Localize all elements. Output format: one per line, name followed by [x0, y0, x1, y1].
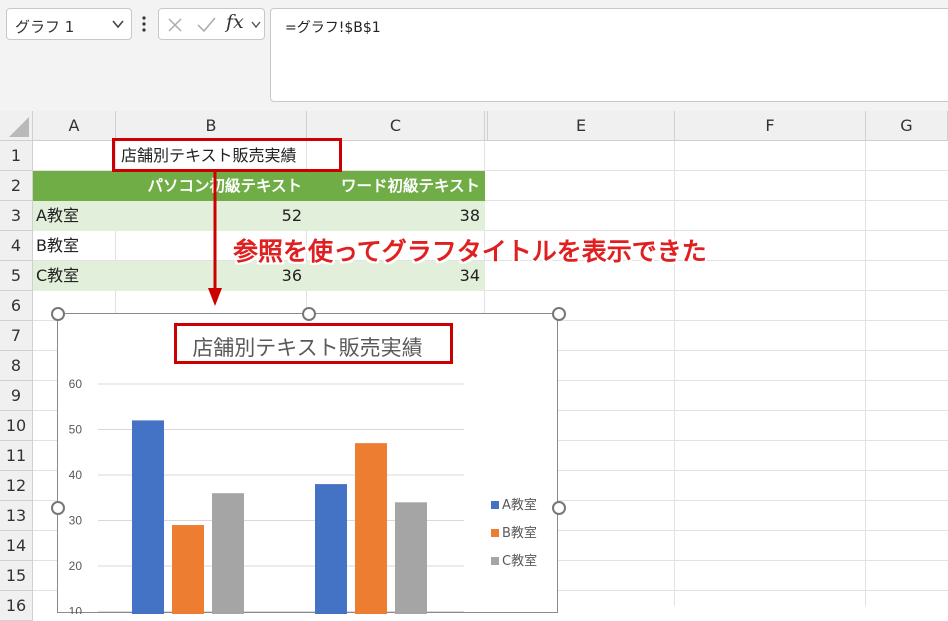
legend-swatch [491, 529, 499, 537]
row-header-11[interactable]: 11 [0, 441, 33, 471]
row-header-6[interactable]: 6 [0, 291, 33, 321]
row-header-4[interactable]: 4 [0, 231, 33, 261]
bar-B教室 [172, 525, 204, 614]
name-box[interactable]: グラフ 1 [6, 8, 132, 40]
y-tick-label: 40 [69, 468, 83, 482]
row-header-9[interactable]: 9 [0, 381, 33, 411]
resize-handle-left[interactable] [51, 501, 65, 515]
row-header-1[interactable]: 1 [0, 141, 33, 171]
legend-swatch [491, 501, 499, 509]
resize-handle-top[interactable] [302, 307, 316, 321]
row-header-15[interactable]: 15 [0, 561, 33, 591]
legend-swatch [491, 557, 499, 565]
source-cell-highlight [112, 138, 342, 172]
formula-buttons: fx [158, 8, 265, 40]
y-tick-label: 20 [69, 559, 83, 573]
legend-label: B教室 [502, 525, 537, 541]
column-header-c[interactable]: C [307, 111, 485, 141]
y-tick-label: 60 [69, 377, 83, 391]
bar-A教室 [315, 484, 347, 614]
bar-B教室 [355, 443, 387, 614]
grid-line [674, 141, 675, 606]
cell-a4[interactable]: B教室 [33, 231, 116, 261]
row-header-12[interactable]: 12 [0, 471, 33, 501]
resize-handle-top-right[interactable] [552, 307, 566, 321]
row-header-8[interactable]: 8 [0, 351, 33, 381]
more-options-icon[interactable] [139, 12, 149, 36]
grid-line [865, 141, 866, 606]
legend-label: C教室 [502, 553, 537, 569]
bar-C教室 [395, 502, 427, 614]
chart-title-highlight [174, 323, 453, 364]
annotation-callout: 参照を使ってグラフタイトルを表示できた [233, 237, 707, 266]
cell-a2[interactable] [33, 171, 116, 201]
column-header-b[interactable]: B [116, 111, 307, 141]
resize-handle-right[interactable] [552, 501, 566, 515]
row-header-10[interactable]: 10 [0, 411, 33, 441]
cell-a3[interactable]: A教室 [33, 201, 116, 231]
cell-a5[interactable]: C教室 [33, 261, 116, 291]
row-header-13[interactable]: 13 [0, 501, 33, 531]
cancel-icon[interactable] [165, 15, 185, 35]
row-header-5[interactable]: 5 [0, 261, 33, 291]
legend-label: A教室 [502, 497, 537, 513]
column-header-f[interactable]: F [675, 111, 866, 141]
formula-text: =グラフ!$B$1 [285, 20, 381, 36]
name-box-value: グラフ 1 [15, 18, 75, 36]
row-header-7[interactable]: 7 [0, 321, 33, 351]
cell-c2[interactable]: ワード初級テキスト [307, 171, 485, 201]
cell-c3[interactable]: 38 [307, 201, 485, 231]
arrow-down-icon [208, 170, 222, 306]
column-header-a[interactable]: A [33, 111, 116, 141]
bar-C教室 [212, 493, 244, 614]
row-header-3[interactable]: 3 [0, 201, 33, 231]
row-header-2[interactable]: 2 [0, 171, 33, 201]
resize-handle-top-left[interactable] [51, 307, 65, 321]
formula-input[interactable]: =グラフ!$B$1 [270, 8, 948, 102]
select-all-corner[interactable] [0, 111, 33, 141]
column-header-g[interactable]: G [866, 111, 948, 141]
bar-A教室 [132, 420, 164, 614]
column-header-e[interactable]: E [488, 111, 675, 141]
row-header-14[interactable]: 14 [0, 531, 33, 561]
enter-check-icon[interactable] [195, 15, 217, 35]
chevron-down-icon[interactable] [250, 19, 262, 31]
chevron-down-icon [112, 20, 124, 29]
y-tick-label: 30 [69, 514, 83, 528]
insert-function-icon[interactable]: fx [226, 11, 244, 33]
y-tick-label: 50 [69, 423, 83, 437]
row-header-16[interactable]: 16 [0, 591, 33, 621]
formula-bar-area: グラフ 1 fx =グラフ!$B$1 [0, 0, 948, 111]
